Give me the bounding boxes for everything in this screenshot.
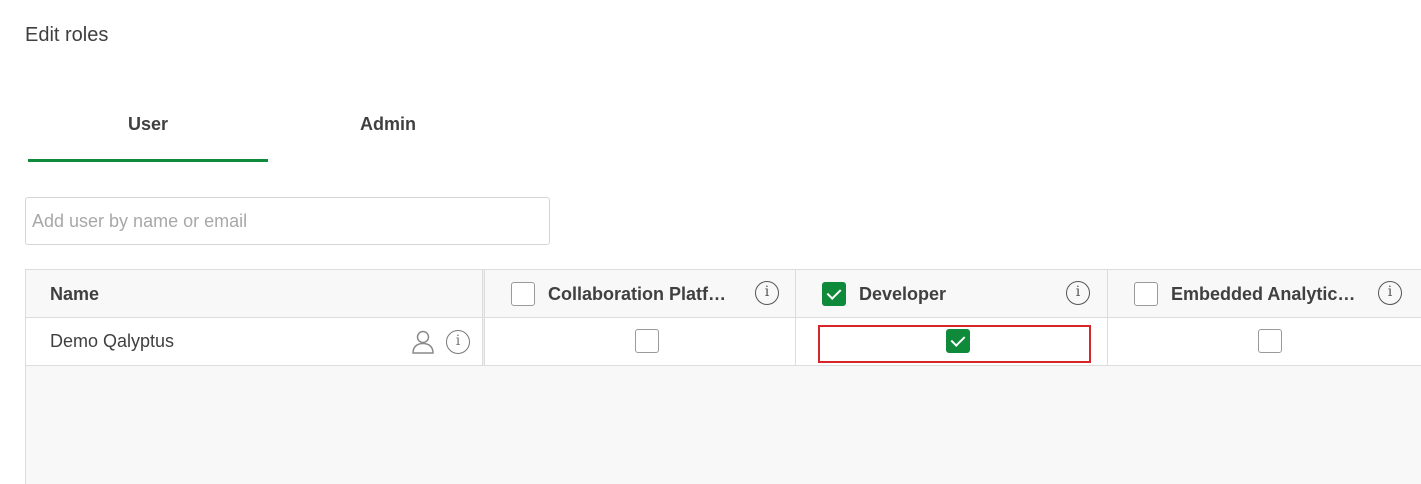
roles-table: Name Collaboration Platf… i Developer i … bbox=[25, 269, 1421, 484]
header-cell-embedded: Embedded Analytic… i bbox=[1108, 270, 1421, 317]
column-header-name: Name bbox=[50, 284, 100, 304]
user-info-icon[interactable]: i bbox=[446, 330, 470, 354]
collaboration-role-checkbox[interactable] bbox=[635, 329, 659, 353]
developer-role-checkbox[interactable] bbox=[946, 329, 970, 353]
embedded-info-icon[interactable]: i bbox=[1378, 281, 1402, 305]
header-cell-collaboration: Collaboration Platf… i bbox=[485, 270, 796, 317]
user-icon[interactable] bbox=[410, 329, 436, 355]
tab-admin[interactable]: Admin bbox=[268, 100, 508, 162]
role-tabs: User Admin bbox=[28, 100, 508, 162]
table-row: Demo Qalyptus i bbox=[26, 318, 1421, 366]
column-header-embedded: Embedded Analytic… bbox=[1171, 284, 1356, 304]
add-user-search-input[interactable] bbox=[25, 197, 550, 245]
row-cell-embedded bbox=[1108, 318, 1421, 365]
developer-select-all-checkbox[interactable] bbox=[822, 282, 846, 306]
header-cell-name: Name bbox=[26, 270, 482, 317]
header-cell-developer: Developer i bbox=[796, 270, 1108, 317]
embedded-select-all-checkbox[interactable] bbox=[1134, 282, 1158, 306]
row-cell-name: Demo Qalyptus i bbox=[26, 318, 482, 365]
row-cell-developer bbox=[796, 318, 1108, 365]
row-cell-collaboration bbox=[485, 318, 796, 365]
embedded-role-checkbox[interactable] bbox=[1258, 329, 1282, 353]
developer-info-icon[interactable]: i bbox=[1066, 281, 1090, 305]
page-title: Edit roles bbox=[25, 24, 109, 46]
column-header-collaboration: Collaboration Platf… bbox=[548, 284, 727, 304]
user-name: Demo Qalyptus bbox=[50, 331, 175, 351]
table-header-row: Name Collaboration Platf… i Developer i … bbox=[26, 270, 1421, 318]
column-header-developer: Developer bbox=[859, 284, 947, 304]
tab-user[interactable]: User bbox=[28, 100, 268, 162]
collaboration-select-all-checkbox[interactable] bbox=[511, 282, 535, 306]
edit-roles-page: Edit roles User Admin Name Collaboration… bbox=[0, 0, 1421, 484]
collaboration-info-icon[interactable]: i bbox=[755, 281, 779, 305]
